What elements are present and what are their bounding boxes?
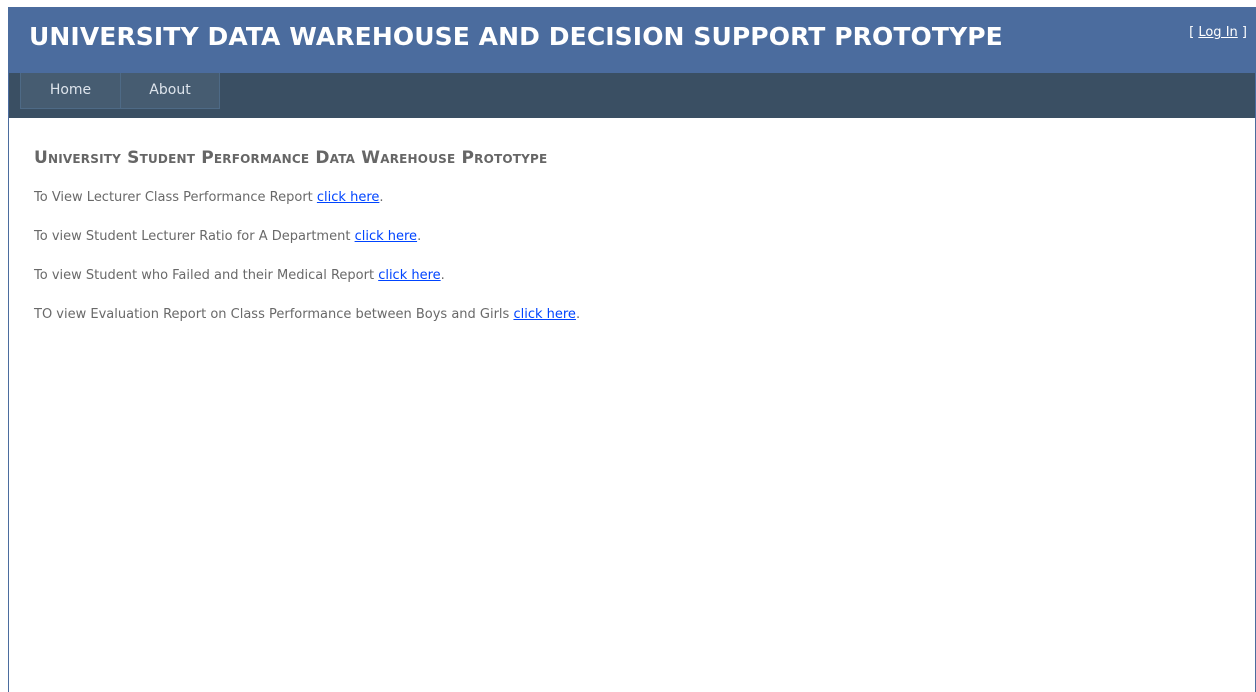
report-line-failed-medical: To view Student who Failed and their Med… — [34, 267, 1255, 285]
report-line-student-lecturer-ratio: To view Student Lecturer Ratio for A Dep… — [34, 228, 1255, 246]
line-text: To view Student who Failed and their Med… — [34, 268, 379, 283]
login-bracket-close: ] — [1237, 25, 1247, 40]
page-container: UNIVERSITY DATA WAREHOUSE AND DECISION S… — [8, 7, 1256, 692]
line-text: To View Lecturer Class Performance Repor… — [34, 190, 317, 205]
site-title: UNIVERSITY DATA WAREHOUSE AND DECISION S… — [29, 22, 1003, 51]
nav-item-home[interactable]: Home — [20, 73, 121, 109]
line-suffix: . — [417, 229, 422, 244]
line-text: To view Student Lecturer Ratio for A Dep… — [34, 229, 355, 244]
nav-menu: Home About — [20, 73, 220, 109]
student-lecturer-ratio-link[interactable]: click here — [355, 229, 417, 244]
lecturer-performance-link[interactable]: click here — [317, 190, 379, 205]
main-content: University Student Performance Data Ware… — [9, 118, 1255, 324]
failed-medical-link[interactable]: click here — [378, 268, 440, 283]
report-line-boys-girls-evaluation: TO view Evaluation Report on Class Perfo… — [34, 306, 1255, 324]
login-display: [ Log In ] — [1189, 25, 1247, 40]
login-link[interactable]: Log In — [1198, 25, 1237, 40]
line-suffix: . — [379, 190, 384, 205]
boys-girls-evaluation-link[interactable]: click here — [513, 307, 575, 322]
line-suffix: . — [575, 307, 581, 322]
nav-item-about[interactable]: About — [121, 73, 220, 109]
report-line-lecturer-performance: To View Lecturer Class Performance Repor… — [34, 189, 1255, 207]
line-text: TO view Evaluation Report on Class Perfo… — [34, 307, 514, 322]
login-bracket-open: [ — [1189, 25, 1199, 40]
line-suffix: . — [440, 268, 445, 283]
page-heading: University Student Performance Data Ware… — [34, 148, 548, 168]
nav-bar: Home About — [9, 73, 1255, 118]
header: UNIVERSITY DATA WAREHOUSE AND DECISION S… — [9, 7, 1255, 73]
